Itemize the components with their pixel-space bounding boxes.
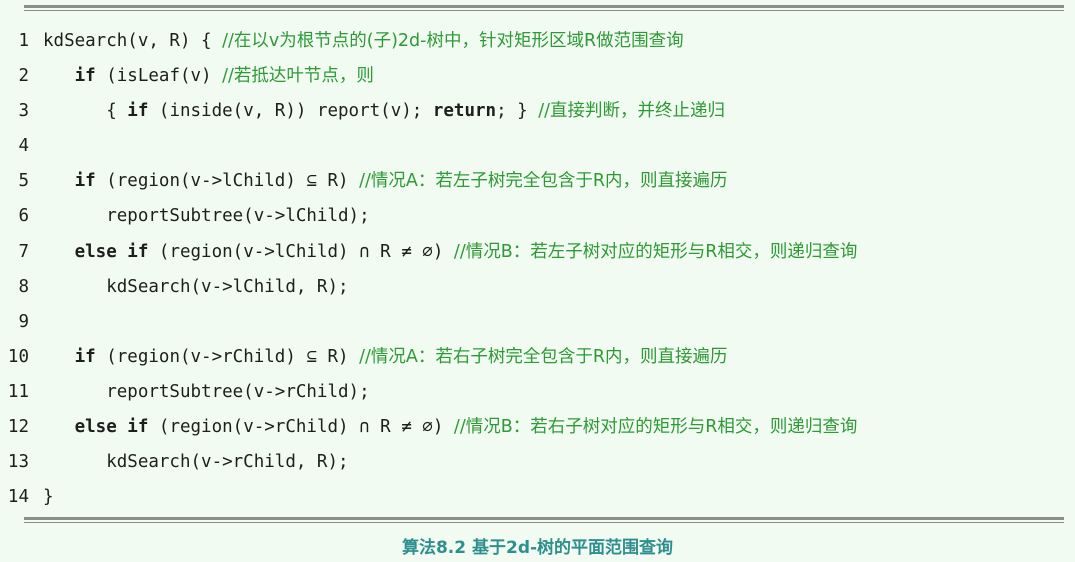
code-line: 7 else if (region(v->lChild) ∩ R ≠ ∅) //… (0, 235, 1075, 270)
code-line: 11 reportSubtree(v->rChild); (0, 375, 1075, 410)
line-number: 9 (18, 311, 29, 332)
comment-token: //情况B：若左子树对应的矩形与R相交，则递归查询 (453, 241, 858, 262)
keyword-token: if (74, 171, 96, 192)
line-number: 8 (18, 276, 29, 297)
line-text: else if (region(v->rChild) ∩ R ≠ ∅) //情况… (43, 410, 858, 445)
line-number: 5 (18, 171, 29, 192)
keyword-token: return (432, 101, 497, 122)
code-line: 6 reportSubtree(v->lChild); (0, 199, 1075, 234)
comment-token: //直接判断，并终止递归 (538, 101, 726, 122)
line-number: 7 (18, 241, 29, 262)
code-line: 5 if (region(v->lChild) ⊆ R) //情况A：若左子树完… (0, 164, 1075, 199)
code-line: 10 if (region(v->rChild) ⊆ R) //情况A：若右子树… (0, 340, 1075, 375)
code-token: (region(v->lChild) ∩ R ≠ ∅) (148, 241, 454, 262)
code-token: (region(v->lChild) ⊆ R) (95, 171, 360, 192)
code-line: 3 { if (inside(v, R)) report(v); return;… (0, 94, 1075, 129)
code-token: kdSearch(v->rChild, R); (43, 452, 349, 473)
algorithm-caption: 算法8.2 基于2d-树的平面范围查询 (401, 538, 674, 558)
code-token: ; } (496, 101, 539, 122)
line-number: 12 (7, 417, 29, 438)
keyword-token: if (74, 346, 96, 367)
comment-token: //情况A：若右子树完全包含于R内，则直接遍历 (359, 346, 728, 367)
line-number: 2 (18, 66, 29, 87)
line-number: 13 (7, 452, 29, 473)
line-number: 3 (18, 101, 29, 122)
code-line: 13 kdSearch(v->rChild, R); (0, 445, 1075, 480)
comment-token: //若抵达叶节点，则 (222, 66, 374, 87)
code-token: reportSubtree(v->lChild); (43, 206, 370, 227)
code-line: 12 else if (region(v->rChild) ∩ R ≠ ∅) /… (0, 410, 1075, 445)
code-line: 9 (0, 305, 1075, 340)
code-line: 1 kdSearch(v, R) { //在以v为根节点的(子)2d-树中，针对矩… (0, 24, 1075, 59)
line-number: 6 (18, 206, 29, 227)
line-number: 1 (18, 31, 29, 51)
line-text: if (isLeaf(v) //若抵达叶节点，则 (43, 59, 374, 94)
keyword-token: else if (74, 417, 149, 438)
line-number: 10 (7, 346, 29, 367)
line-number: 4 (18, 136, 29, 157)
code-line: 4 (0, 129, 1075, 164)
line-text: } (43, 480, 54, 515)
code-line: 8 kdSearch(v->lChild, R); (0, 270, 1075, 305)
line-text: reportSubtree(v->lChild); (43, 199, 370, 234)
line-text: kdSearch(v, R) { //在以v为根节点的(子)2d-树中，针对矩形… (43, 24, 684, 59)
code-listing: 1 kdSearch(v, R) { //在以v为根节点的(子)2d-树中，针对矩… (0, 24, 1075, 515)
keyword-token: if (74, 66, 96, 87)
line-text: else if (region(v->lChild) ∩ R ≠ ∅) //情况… (43, 235, 858, 270)
comment-token: //情况A：若左子树完全包含于R内，则直接遍历 (359, 171, 728, 192)
code-line: 14} (0, 480, 1075, 515)
keyword-token: if (127, 101, 149, 122)
code-token: (region(v->rChild) ⊆ R) (95, 346, 360, 367)
line-text: kdSearch(v->lChild, R); (43, 270, 349, 305)
line-text: kdSearch(v->rChild, R); (43, 445, 349, 480)
algorithm-listing-page: 1 kdSearch(v, R) { //在以v为根节点的(子)2d-树中，针对矩… (0, 0, 1075, 562)
code-token: { (43, 101, 128, 122)
comment-token: //情况B：若右子树对应的矩形与R相交，则递归查询 (453, 417, 858, 438)
code-token: (region(v->rChild) ∩ R ≠ ∅) (148, 417, 454, 438)
keyword-token: else if (74, 241, 149, 262)
line-number: 14 (7, 487, 29, 508)
code-token: kdSearch(v, R) { (43, 31, 223, 51)
code-line: 2 if (isLeaf(v) //若抵达叶节点，则 (0, 59, 1075, 94)
line-number: 11 (7, 381, 29, 402)
line-text: if (region(v->lChild) ⊆ R) //情况A：若左子树完全包… (43, 164, 728, 199)
comment-token: //在以v为根节点的(子)2d-树中，针对矩形区域R做范围查询 (222, 31, 684, 51)
bottom-rule (24, 517, 1064, 523)
line-text: if (region(v->rChild) ⊆ R) //情况A：若右子树完全包… (43, 340, 728, 375)
code-token: kdSearch(v->lChild, R); (43, 276, 349, 297)
top-rule (24, 5, 1064, 11)
code-token: (isLeaf(v) (95, 66, 223, 87)
code-token: reportSubtree(v->rChild); (43, 381, 370, 402)
line-text: { if (inside(v, R)) report(v); return; }… (43, 94, 725, 129)
code-token: (inside(v, R)) report(v); (148, 101, 433, 122)
line-text: reportSubtree(v->rChild); (43, 375, 370, 410)
code-token: } (43, 487, 54, 508)
